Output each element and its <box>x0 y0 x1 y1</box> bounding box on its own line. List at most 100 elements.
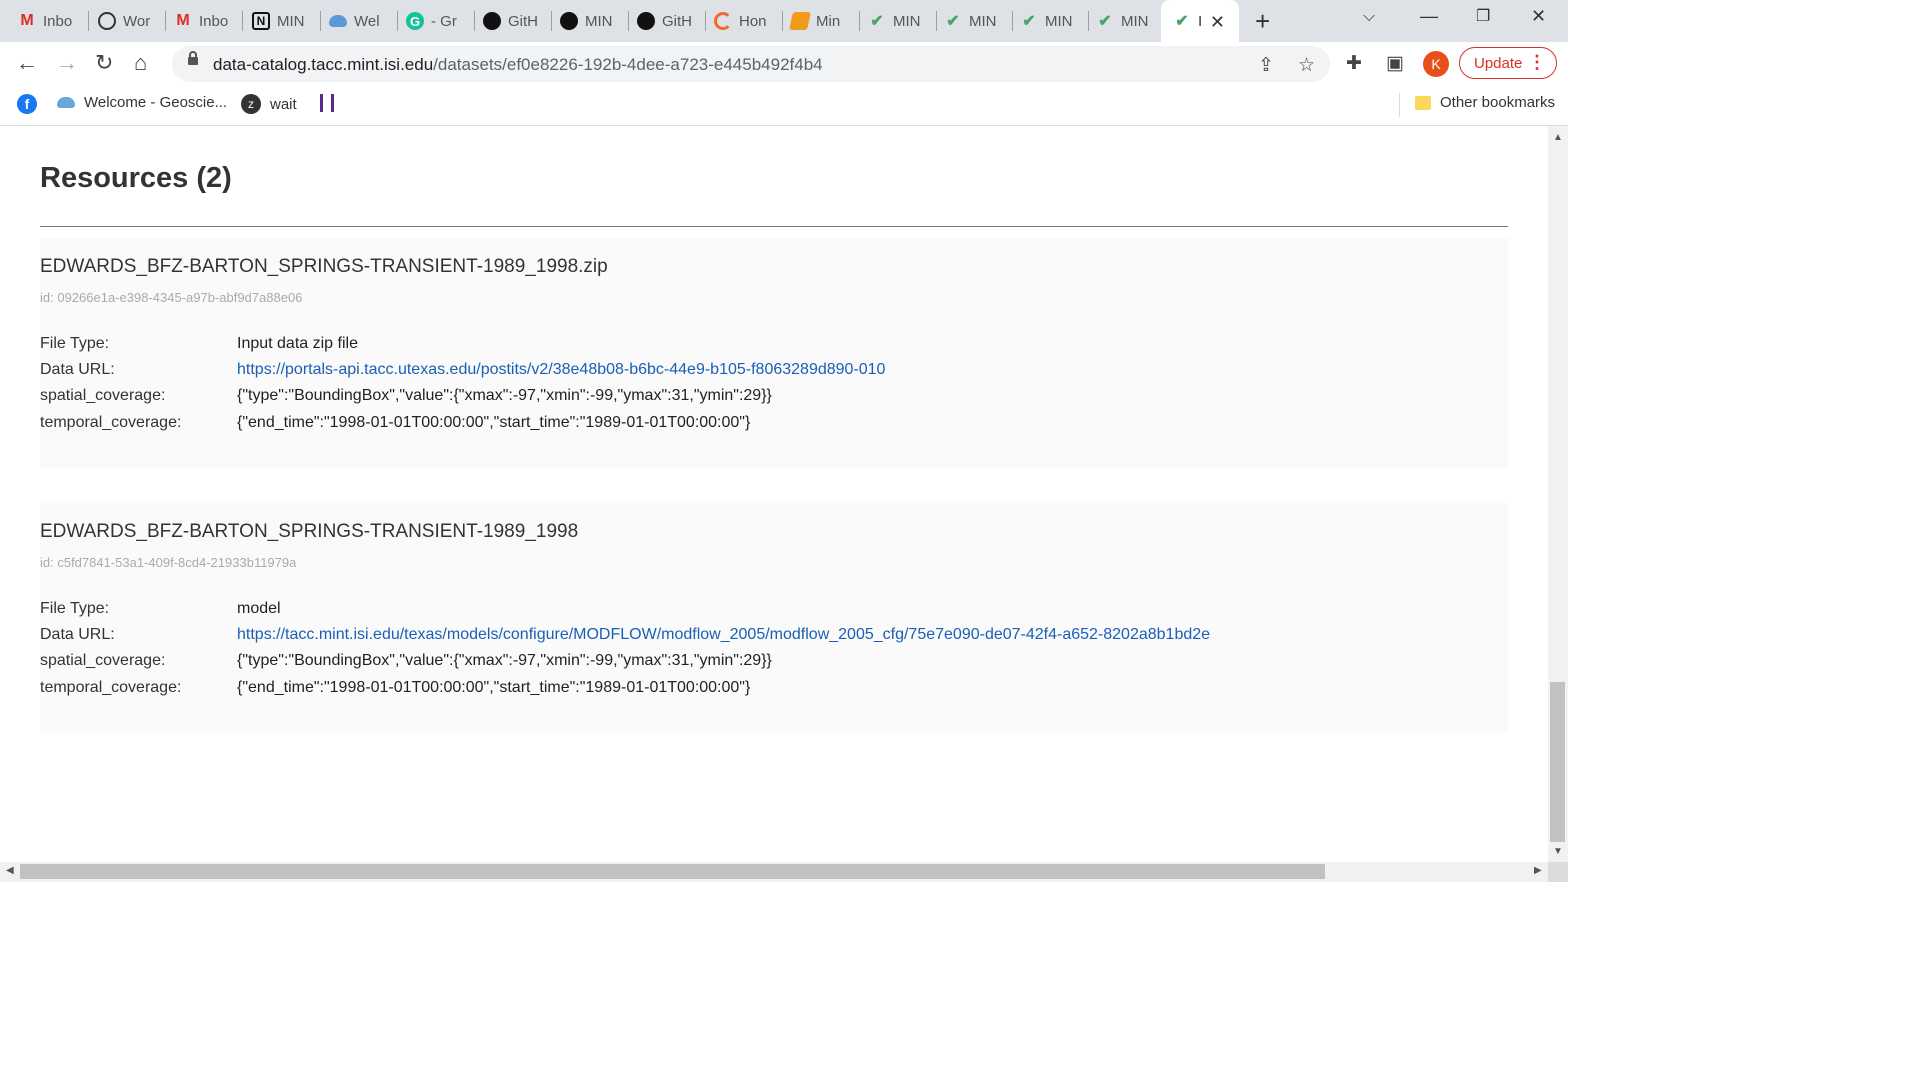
mint-icon: ✔ <box>1175 13 1189 30</box>
field-label: Data URL: <box>40 361 115 378</box>
tab-separator <box>782 11 783 31</box>
active-browser-tab[interactable]: ✔ I ✕ <box>1161 0 1239 42</box>
tab-label: MIN <box>969 12 997 30</box>
browser-tab[interactable]: GitH <box>633 5 703 37</box>
bookmark-label: wait <box>270 95 297 113</box>
restore-icon[interactable]: ❐ <box>1476 6 1490 26</box>
resource-title: EDWARDS_BFZ-BARTON_SPRINGS-TRANSIENT-198… <box>40 521 579 542</box>
avatar[interactable]: K <box>1423 51 1449 77</box>
browser-tab[interactable]: M Inbo <box>14 5 86 37</box>
tab-label: - Gr <box>431 12 457 30</box>
close-icon[interactable]: ✕ <box>1210 12 1225 33</box>
vertical-scrollbar[interactable]: ▲ ▼ <box>1548 126 1568 862</box>
page-title: Resources (2) <box>40 162 232 194</box>
tab-label: Wel <box>354 12 380 30</box>
browser-tab[interactable]: Wor <box>94 5 162 37</box>
browser-tab[interactable]: GitH <box>479 5 549 37</box>
tab-separator <box>320 11 321 31</box>
browser-tab[interactable]: N MIN <box>248 5 318 37</box>
resource-card: EDWARDS_BFZ-BARTON_SPRINGS-TRANSIENT-198… <box>40 503 1508 733</box>
lock-icon <box>188 51 198 65</box>
data-url-link[interactable]: https://portals-api.tacc.utexas.edu/post… <box>237 361 885 379</box>
tab-label: Wor <box>123 12 151 30</box>
scrollbar-corner <box>1548 862 1568 882</box>
spatial-coverage-value: {"type":"BoundingBox","value":{"xmax":-9… <box>237 652 772 669</box>
vertical-scroll-thumb[interactable] <box>1550 682 1565 842</box>
browser-tab[interactable]: ✔ MIN <box>940 5 1010 37</box>
scroll-left-icon[interactable]: ◀ <box>6 865 14 876</box>
browser-tab[interactable]: G - Gr <box>402 5 472 37</box>
tab-separator <box>88 11 89 31</box>
reload-icon[interactable]: ↻ <box>95 50 113 76</box>
tab-label: MIN <box>1121 12 1149 30</box>
tab-separator <box>1088 11 1089 31</box>
field-label: spatial_coverage: <box>40 387 166 404</box>
github-icon <box>560 12 578 30</box>
back-icon[interactable]: ← <box>16 50 38 76</box>
field-label: spatial_coverage: <box>40 652 166 669</box>
tab-label: Hon <box>739 12 767 30</box>
notion-icon: N <box>252 12 270 30</box>
temporal-coverage-value: {"end_time":"1998-01-01T00:00:00","start… <box>237 414 751 431</box>
globe-icon <box>98 12 116 30</box>
resource-id: id: c5fd7841-53a1-409f-8cd4-21933b11979a <box>40 555 297 570</box>
new-tab-icon[interactable]: + <box>1255 6 1270 37</box>
tab-label: Inbo <box>199 12 229 30</box>
bookmark-label: Welcome - Geoscie... <box>84 94 228 111</box>
horizontal-scrollbar[interactable]: ◀ ▶ <box>0 862 1548 882</box>
home-icon[interactable]: ⌂ <box>134 50 147 76</box>
tab-separator <box>242 11 243 31</box>
grammarly-icon: G <box>406 12 424 30</box>
browser-tab[interactable]: Min <box>787 5 857 37</box>
divider <box>40 226 1508 227</box>
share-icon[interactable]: ⇪ <box>1258 54 1274 77</box>
bookmark-welcome[interactable]: Welcome - Geoscie... <box>57 94 227 111</box>
field-label: File Type: <box>40 600 110 617</box>
browser-tab[interactable]: M Inbo <box>170 5 240 37</box>
other-bookmarks[interactable]: Other bookmarks <box>1415 94 1555 111</box>
tab-label: MIN <box>277 12 305 30</box>
tab-label: MIN <box>893 12 921 30</box>
browser-tab[interactable]: ✔ MIN <box>1016 5 1086 37</box>
forward-icon[interactable]: → <box>56 50 78 76</box>
browser-tab[interactable]: Wel <box>325 5 395 37</box>
browser-tab[interactable]: Hon <box>710 5 780 37</box>
bookmark-bars[interactable] <box>320 94 334 112</box>
gmail-icon: M <box>20 12 34 29</box>
window-close-icon[interactable]: ✕ <box>1531 6 1546 27</box>
scroll-right-icon[interactable]: ▶ <box>1534 865 1542 876</box>
scroll-down-icon[interactable]: ▼ <box>1553 846 1563 857</box>
tab-search-icon[interactable]: ⌵ <box>1363 8 1375 26</box>
ring-icon <box>714 12 732 30</box>
tab-separator <box>1012 11 1013 31</box>
data-url-link[interactable]: https://tacc.mint.isi.edu/texas/models/c… <box>237 626 1210 644</box>
extensions-icon[interactable]: ✚ <box>1346 52 1362 75</box>
address-bar[interactable]: data-catalog.tacc.mint.isi.edu/datasets/… <box>172 46 1330 82</box>
bookmarks-bar: f Welcome - Geoscie... z wait Other book… <box>0 85 1568 126</box>
gmail-icon: M <box>176 12 190 29</box>
book-icon <box>789 12 811 30</box>
browser-tab[interactable]: MIN <box>556 5 626 37</box>
url-path: /datasets/ef0e8226-192b-4dee-a723-e445b4… <box>433 55 823 74</box>
mint-icon: ✔ <box>1098 13 1112 30</box>
horizontal-scroll-thumb[interactable] <box>20 864 1325 879</box>
scroll-up-icon[interactable]: ▲ <box>1553 132 1563 143</box>
bookmark-star-icon[interactable]: ☆ <box>1298 54 1315 77</box>
bookmark-wait[interactable]: z wait <box>241 94 297 114</box>
bookmark-facebook[interactable]: f <box>17 94 37 114</box>
tab-label: MIN <box>1045 12 1073 30</box>
side-panel-icon[interactable]: ▣ <box>1386 52 1404 75</box>
tab-separator <box>705 11 706 31</box>
url-text[interactable]: data-catalog.tacc.mint.isi.edu/datasets/… <box>213 55 823 75</box>
resource-card: EDWARDS_BFZ-BARTON_SPRINGS-TRANSIENT-198… <box>40 238 1508 468</box>
minimize-icon[interactable]: — <box>1420 6 1438 27</box>
browser-tab[interactable]: ✔ MIN <box>1092 5 1158 37</box>
browser-tab[interactable]: ✔ MIN <box>864 5 934 37</box>
update-button[interactable]: Update ⋮ <box>1459 47 1557 79</box>
browser-toolbar: ← → ↻ ⌂ data-catalog.tacc.mint.isi.edu/d… <box>0 42 1568 85</box>
menu-dots-icon[interactable]: ⋮ <box>1528 52 1546 73</box>
bars-icon <box>320 94 334 112</box>
mint-icon: ✔ <box>870 13 884 30</box>
bookmark-separator <box>1399 93 1400 117</box>
tab-separator <box>628 11 629 31</box>
